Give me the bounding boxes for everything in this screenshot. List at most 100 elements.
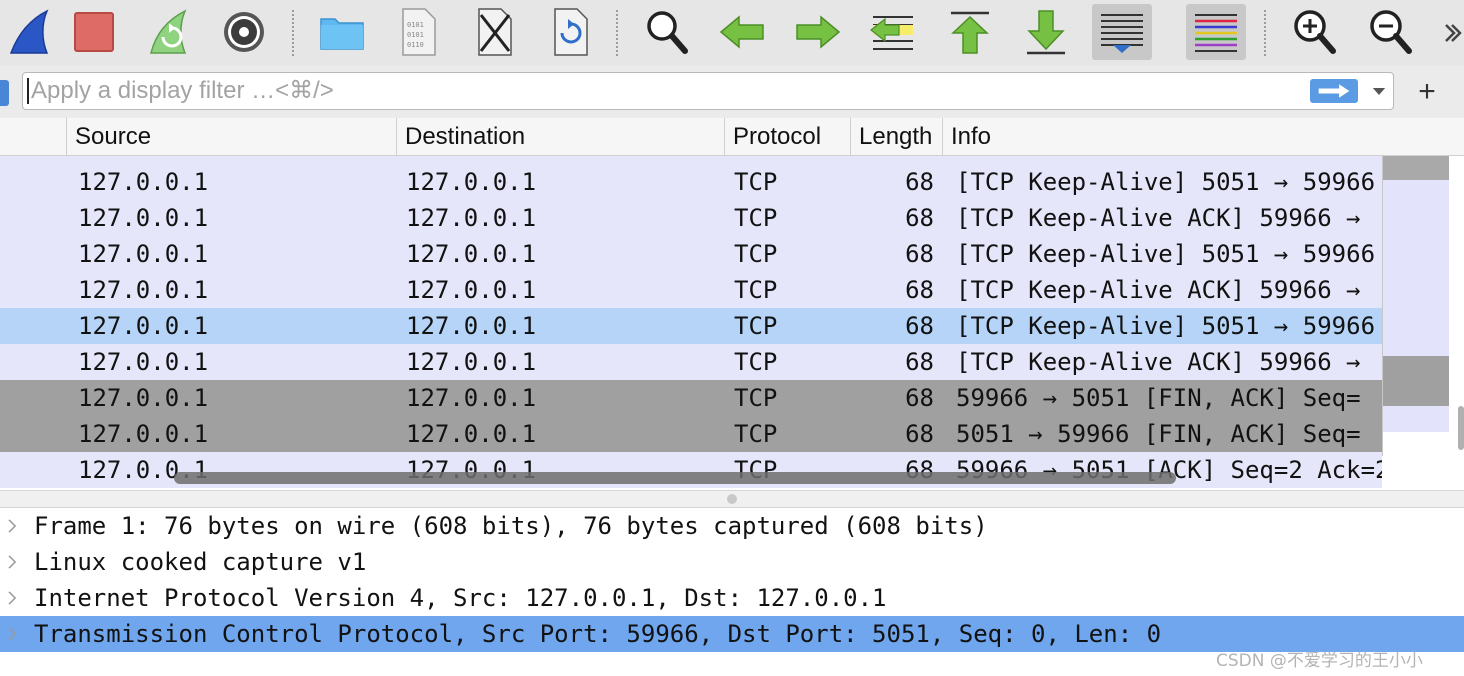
go-last-packet-button[interactable]: [1016, 4, 1076, 60]
svg-text:0101: 0101: [407, 21, 424, 29]
capture-options-button[interactable]: [214, 4, 274, 60]
packet-list-header: Source Destination Protocol Length Info: [0, 118, 1464, 156]
minimap-segment: [1383, 356, 1449, 406]
filter-history-dropdown[interactable]: [1364, 76, 1394, 106]
column-header-info[interactable]: Info: [942, 118, 1464, 156]
cell-protocol: TCP: [734, 312, 778, 340]
tree-item-label: Internet Protocol Version 4, Src: 127.0.…: [34, 584, 887, 612]
restart-fin-icon: [150, 9, 187, 54]
packet-list[interactable]: 127.0.0.1 127.0.0.1 TCP 68 [TCP Keep-Ali…: [0, 156, 1382, 490]
cell-info: 5051 → 59966 [FIN, ACK] Seq=: [956, 420, 1361, 448]
tree-item-frame[interactable]: Frame 1: 76 bytes on wire (608 bits), 76…: [0, 508, 1464, 544]
svg-text:0110: 0110: [407, 41, 424, 49]
go-first-packet-button[interactable]: [940, 4, 1000, 60]
display-filter-bar: +: [0, 66, 1464, 118]
tree-item-linux-cooked[interactable]: Linux cooked capture v1: [0, 544, 1464, 580]
cell-info: [TCP Keep-Alive] 5051 → 59966: [956, 312, 1376, 340]
cell-protocol: TCP: [734, 420, 778, 448]
cell-source: 127.0.0.1: [78, 276, 209, 304]
zoom-in-button[interactable]: [1284, 4, 1344, 60]
text-cursor: [27, 78, 29, 104]
go-forward-button[interactable]: [788, 4, 848, 60]
zoom-out-button[interactable]: [1360, 4, 1420, 60]
tree-item-label: Frame 1: 76 bytes on wire (608 bits), 76…: [34, 512, 988, 540]
cell-destination: 127.0.0.1: [406, 168, 537, 196]
cell-info: [TCP Keep-Alive] 5051 → 59966: [956, 168, 1376, 196]
reload-file-icon: [554, 8, 588, 56]
close-file-button[interactable]: [464, 4, 524, 60]
cell-destination: 127.0.0.1: [406, 312, 537, 340]
stop-square-icon: [74, 12, 114, 52]
pane-splitter[interactable]: [0, 490, 1464, 508]
reload-file-button[interactable]: [540, 4, 600, 60]
arrow-right-icon: [796, 15, 841, 49]
table-row[interactable]: 127.0.0.1 127.0.0.1 TCP 68 59966 → 5051 …: [0, 380, 1382, 416]
column-header-length[interactable]: Length: [850, 118, 942, 156]
cell-destination: 127.0.0.1: [406, 204, 537, 232]
cell-info: 59966 → 5051 [FIN, ACK] Seq=: [956, 384, 1361, 412]
horizontal-scrollbar-thumb[interactable]: [174, 472, 1176, 484]
cell-source: 127.0.0.1: [78, 384, 209, 412]
find-packet-button[interactable]: [636, 4, 696, 60]
chevron-down-icon: [1372, 87, 1386, 95]
svg-text:0101: 0101: [407, 31, 424, 39]
table-row[interactable]: 127.0.0.1 127.0.0.1 TCP 68 [TCP Keep-Ali…: [0, 272, 1382, 308]
toolbar-overflow-button[interactable]: [1436, 4, 1464, 60]
column-header-protocol[interactable]: Protocol: [724, 118, 850, 156]
cell-destination: 127.0.0.1: [406, 240, 537, 268]
cell-length: 68: [905, 276, 934, 304]
restart-capture-button[interactable]: [140, 4, 200, 60]
minimap-segment: [1383, 406, 1449, 432]
cell-source: 127.0.0.1: [78, 204, 209, 232]
open-file-button[interactable]: [312, 4, 372, 60]
overflow-chevron-icon: [1445, 24, 1462, 42]
cell-protocol: TCP: [734, 168, 778, 196]
auto-scroll-button[interactable]: [1092, 4, 1152, 60]
cell-protocol: TCP: [734, 204, 778, 232]
binary-file-icon: 0101 0101 0110: [402, 8, 436, 56]
colorize-button[interactable]: [1186, 4, 1246, 60]
table-row[interactable]: 127.0.0.1 127.0.0.1 TCP 68 [TCP Keep-Ali…: [0, 200, 1382, 236]
table-row[interactable]: 127.0.0.1 127.0.0.1 TCP 68 5051 → 59966 …: [0, 416, 1382, 452]
go-back-button[interactable]: [712, 4, 772, 60]
column-header-source[interactable]: Source: [66, 118, 396, 156]
minimap-segment: [1383, 432, 1449, 456]
main-toolbar: 0101 0101 0110: [0, 0, 1464, 66]
chevron-right-icon[interactable]: [2, 580, 22, 616]
toolbar-separator: [292, 10, 294, 56]
arrow-left-icon: [719, 15, 764, 49]
vertical-scrollbar-thumb[interactable]: [1458, 406, 1464, 450]
table-row[interactable]: 127.0.0.1 127.0.0.1 TCP 68 [TCP Keep-Ali…: [0, 236, 1382, 272]
cell-length: 68: [905, 168, 934, 196]
stop-capture-button[interactable]: [64, 4, 124, 60]
save-file-button[interactable]: 0101 0101 0110: [388, 4, 448, 60]
cell-info: [TCP Keep-Alive ACK] 59966 →: [956, 276, 1361, 304]
cell-info: [TCP Keep-Alive] 5051 → 59966: [956, 240, 1376, 268]
go-to-packet-button[interactable]: [864, 4, 924, 60]
tree-item-ipv4[interactable]: Internet Protocol Version 4, Src: 127.0.…: [0, 580, 1464, 616]
cell-length: 68: [905, 420, 934, 448]
arrow-right-icon: [1318, 84, 1350, 98]
display-filter-input[interactable]: [22, 72, 1394, 110]
table-row[interactable]: 127.0.0.1 127.0.0.1 TCP 68 [TCP Keep-Ali…: [0, 164, 1382, 200]
add-filter-button[interactable]: +: [1410, 75, 1444, 109]
chevron-right-icon[interactable]: [2, 544, 22, 580]
filter-bookmark-button[interactable]: [0, 80, 9, 106]
cell-source: 127.0.0.1: [78, 312, 209, 340]
chevron-right-icon[interactable]: [2, 616, 22, 652]
cell-length: 68: [905, 348, 934, 376]
packet-minimap[interactable]: [1382, 156, 1449, 456]
cell-protocol: TCP: [734, 276, 778, 304]
toolbar-separator: [616, 10, 618, 56]
cell-protocol: TCP: [734, 348, 778, 376]
cell-source: 127.0.0.1: [78, 348, 209, 376]
cell-length: 68: [905, 312, 934, 340]
splitter-handle[interactable]: [727, 494, 737, 504]
table-row[interactable]: 127.0.0.1 127.0.0.1 TCP 68 [TCP Keep-Ali…: [0, 308, 1382, 344]
start-capture-button[interactable]: [4, 4, 64, 60]
table-row[interactable]: 127.0.0.1 127.0.0.1 TCP 68 [TCP Keep-Ali…: [0, 344, 1382, 380]
column-header-destination[interactable]: Destination: [396, 118, 724, 156]
chevron-right-icon[interactable]: [2, 508, 22, 544]
apply-filter-button[interactable]: [1310, 79, 1358, 103]
arrow-down-icon: [1027, 10, 1065, 55]
